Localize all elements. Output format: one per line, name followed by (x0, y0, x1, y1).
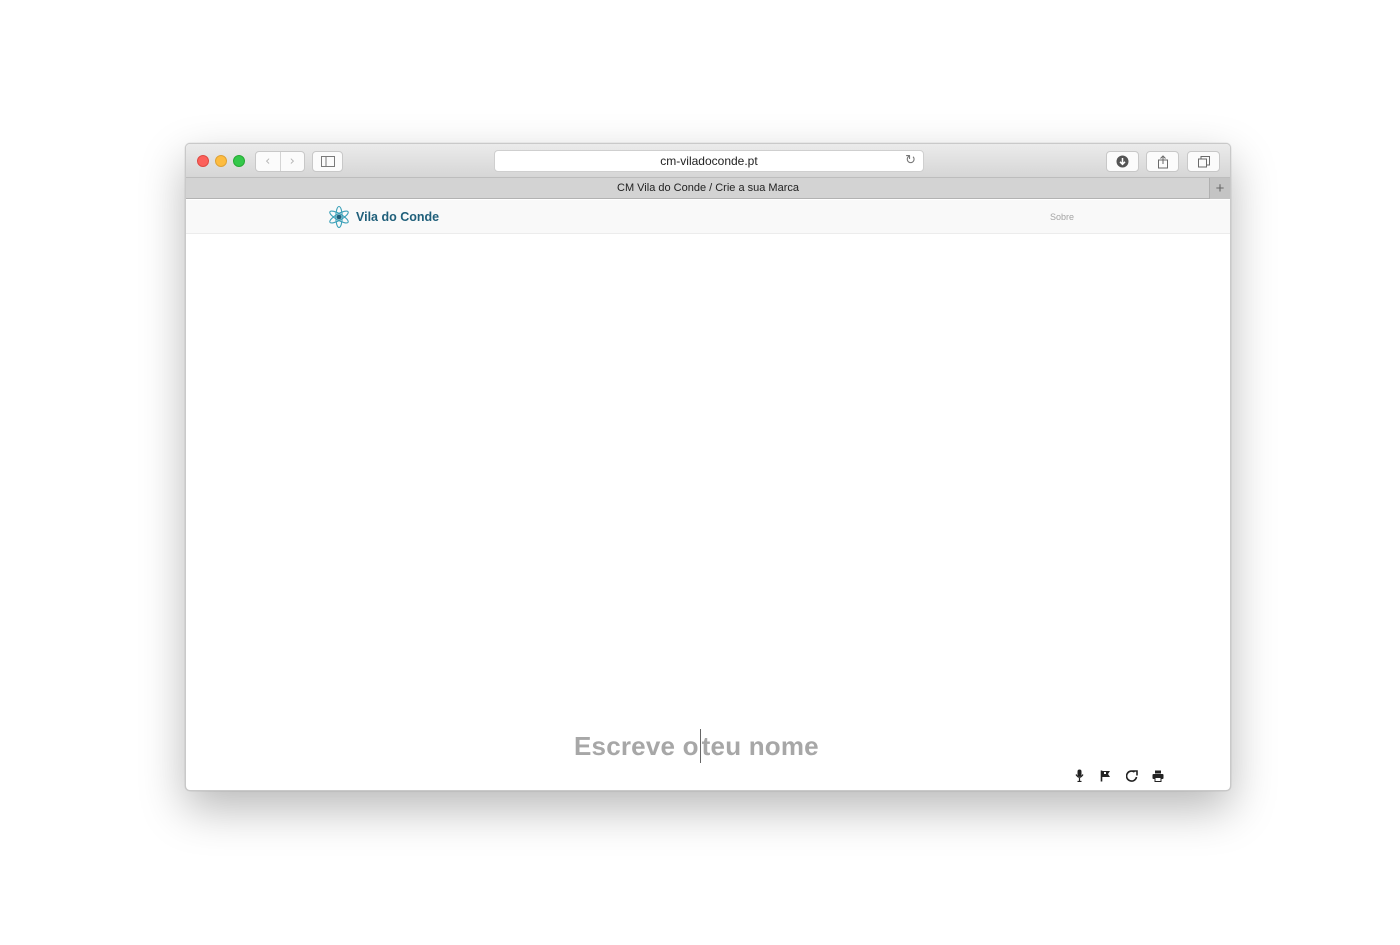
flag-button[interactable] (1098, 768, 1113, 783)
back-button[interactable]: ‹ (256, 152, 281, 171)
microphone-button[interactable] (1072, 768, 1087, 783)
forward-button[interactable]: › (281, 152, 305, 171)
logo-text: Vila do Conde (356, 210, 440, 224)
close-window-button[interactable] (197, 155, 209, 167)
share-icon (1157, 154, 1168, 168)
minimize-window-button[interactable] (215, 155, 227, 167)
flower-logo-icon (329, 205, 349, 229)
tabs-icon (1197, 155, 1210, 167)
flag-icon (1100, 770, 1110, 781)
address-text: cm-viladoconde.pt (660, 154, 758, 168)
print-icon (1152, 770, 1163, 782)
share-arrow-icon (1125, 769, 1138, 782)
share-tool-button[interactable] (1124, 768, 1139, 783)
tool-bar (1072, 768, 1165, 783)
reload-icon[interactable]: ↻ (905, 153, 916, 168)
address-bar[interactable]: cm-viladoconde.pt ↻ (494, 150, 924, 172)
tab-active[interactable]: CM Vila do Conde / Crie a sua Marca (617, 182, 799, 194)
print-button[interactable] (1150, 768, 1165, 783)
sidebar-button[interactable] (312, 151, 343, 172)
zoom-window-button[interactable] (233, 155, 245, 167)
name-text-before-caret: Escreve o (574, 730, 699, 761)
downloads-button[interactable] (1106, 151, 1139, 172)
name-input[interactable]: Escreve o teu nome (574, 729, 819, 763)
share-button[interactable] (1146, 151, 1179, 172)
browser-window: ‹ › cm-viladoconde.pt ↻ CM Vila do Conde… (185, 143, 1231, 791)
microphone-icon (1075, 769, 1084, 782)
new-tab-button[interactable]: + (1209, 178, 1230, 199)
sidebar-icon (320, 156, 335, 167)
tab-bar: CM Vila do Conde / Crie a sua Marca + (186, 178, 1230, 199)
nav-link-sobre[interactable]: Sobre (1050, 212, 1074, 222)
name-text-after-caret: teu nome (701, 730, 819, 761)
text-caret (699, 729, 701, 763)
download-icon (1116, 155, 1129, 168)
site-logo[interactable]: Vila do Conde (327, 205, 439, 229)
browser-toolbar: ‹ › cm-viladoconde.pt ↻ (186, 144, 1230, 178)
tabs-overview-button[interactable] (1187, 151, 1220, 172)
history-nav: ‹ › (255, 151, 305, 172)
site-header: Vila do Conde Sobre (186, 200, 1230, 234)
